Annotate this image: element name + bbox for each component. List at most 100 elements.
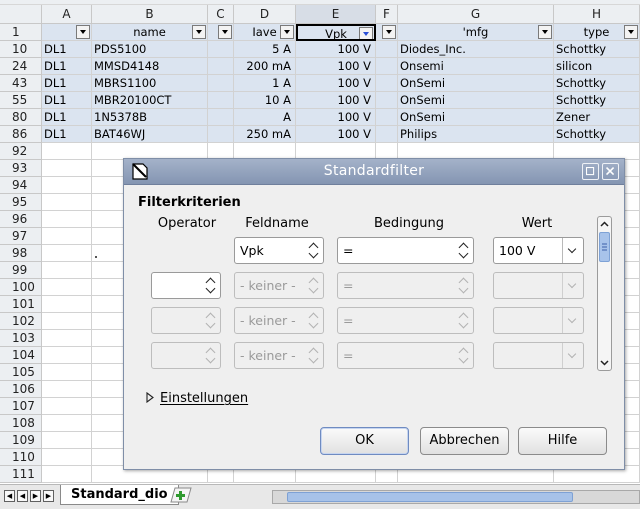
horizontal-scrollbar[interactable] [272, 490, 640, 504]
row-header[interactable]: 93 [0, 160, 42, 177]
autofilter-button-f[interactable] [382, 25, 396, 39]
cancel-button[interactable]: Abbrechen [420, 427, 509, 455]
table-cell[interactable]: 1N5378B [92, 109, 208, 126]
table-cell[interactable] [376, 92, 398, 109]
add-sheet-icon[interactable] [170, 487, 192, 503]
table-cell[interactable]: 1 A [234, 75, 296, 92]
table-cell[interactable]: MBR20100CT [92, 92, 208, 109]
field-name-select-4[interactable]: - keiner - [234, 342, 324, 369]
row-header[interactable]: 97 [0, 228, 42, 245]
row-header[interactable]: 106 [0, 381, 42, 398]
table-cell[interactable]: Schottky [554, 41, 640, 58]
field-name-select-3[interactable]: - keiner - [234, 307, 324, 334]
table-cell[interactable]: Schottky [554, 75, 640, 92]
table-cell[interactable] [42, 262, 92, 279]
table-cell[interactable]: 100 V [296, 109, 376, 126]
table-cell[interactable]: Diodes_Inc. [398, 41, 554, 58]
table-cell[interactable] [208, 126, 234, 143]
column-header-h[interactable]: H [554, 5, 640, 24]
table-cell[interactable] [42, 211, 92, 228]
table-cell[interactable]: Schottky [554, 92, 640, 109]
criteria-scroll-thumb[interactable] [599, 232, 610, 262]
table-cell[interactable]: MMSD4148 [92, 58, 208, 75]
row-header[interactable]: 86 [0, 126, 42, 143]
table-cell[interactable]: 200 mA [234, 58, 296, 75]
column-header-c[interactable]: C [208, 5, 234, 24]
table-cell[interactable]: OnSemi [398, 92, 554, 109]
column-header-f[interactable]: F [376, 5, 398, 24]
last-sheet-button[interactable]: ▶ [43, 490, 54, 502]
table-cell[interactable]: BAT46WJ [92, 126, 208, 143]
close-icon[interactable] [602, 163, 619, 180]
table-cell[interactable] [208, 75, 234, 92]
row-header[interactable]: 99 [0, 262, 42, 279]
value-combo-1[interactable]: 100 V [493, 237, 584, 264]
select-all-corner[interactable] [0, 5, 42, 24]
table-cell[interactable] [42, 245, 92, 262]
column-header-a[interactable]: A [42, 5, 92, 24]
row-header[interactable]: 111 [0, 466, 42, 483]
table-cell[interactable] [376, 41, 398, 58]
table-cell[interactable]: 100 V [296, 41, 376, 58]
maximize-icon[interactable] [582, 163, 599, 180]
row-header[interactable]: 96 [0, 211, 42, 228]
column-header-e[interactable]: E [296, 5, 376, 24]
table-cell[interactable]: DL1 [42, 109, 92, 126]
table-cell[interactable]: 10 A [234, 92, 296, 109]
autofilter-button-d[interactable] [280, 25, 294, 39]
condition-select-3[interactable]: = [337, 307, 474, 334]
table-cell[interactable] [42, 381, 92, 398]
table-cell[interactable] [42, 296, 92, 313]
table-cell[interactable] [42, 364, 92, 381]
header-cell-f[interactable] [376, 24, 398, 41]
operator-select-3[interactable] [151, 307, 221, 334]
settings-expander[interactable]: Einstellungen [146, 391, 248, 406]
ok-button[interactable]: OK [320, 427, 409, 455]
help-button[interactable]: Hilfe [518, 427, 607, 455]
condition-select-4[interactable]: = [337, 342, 474, 369]
table-cell[interactable] [42, 313, 92, 330]
autofilter-button-h[interactable] [624, 25, 638, 39]
table-cell[interactable]: 100 V [296, 75, 376, 92]
table-cell[interactable]: 100 V [296, 92, 376, 109]
table-cell[interactable] [42, 449, 92, 466]
header-cell-h[interactable]: type [554, 24, 640, 41]
field-name-select-2[interactable]: - keiner - [234, 272, 324, 299]
column-header-d[interactable]: D [234, 5, 296, 24]
table-cell[interactable] [42, 194, 92, 211]
operator-select-4[interactable] [151, 342, 221, 369]
table-cell[interactable] [42, 160, 92, 177]
header-cell-a[interactable] [42, 24, 92, 41]
table-cell[interactable]: silicon [554, 58, 640, 75]
value-combo-2[interactable] [493, 272, 584, 299]
condition-select-2[interactable]: = [337, 272, 474, 299]
table-cell[interactable]: Philips [398, 126, 554, 143]
row-header[interactable]: 10 [0, 41, 42, 58]
row-header[interactable]: 98 [0, 245, 42, 262]
table-cell[interactable] [42, 143, 92, 160]
table-cell[interactable] [42, 415, 92, 432]
row-header[interactable]: 102 [0, 313, 42, 330]
next-sheet-button[interactable]: ▶ [30, 490, 41, 502]
autofilter-button-e-active[interactable] [359, 27, 373, 39]
row-header[interactable]: 103 [0, 330, 42, 347]
row-header[interactable]: 100 [0, 279, 42, 296]
table-cell[interactable]: Onsemi [398, 58, 554, 75]
table-cell[interactable]: OnSemi [398, 109, 554, 126]
autofilter-button-g[interactable] [538, 25, 552, 39]
row-header[interactable]: 92 [0, 143, 42, 160]
table-cell[interactable] [208, 58, 234, 75]
table-cell[interactable]: MBRS1100 [92, 75, 208, 92]
table-cell[interactable]: PDS5100 [92, 41, 208, 58]
table-cell[interactable]: DL1 [42, 126, 92, 143]
row-header[interactable]: 43 [0, 75, 42, 92]
row-header[interactable]: 55 [0, 92, 42, 109]
row-header[interactable]: 107 [0, 398, 42, 415]
table-cell[interactable] [42, 347, 92, 364]
table-cell[interactable]: DL1 [42, 58, 92, 75]
table-cell[interactable]: DL1 [42, 75, 92, 92]
table-cell[interactable] [42, 228, 92, 245]
row-header[interactable]: 94 [0, 177, 42, 194]
operator-select-2[interactable] [151, 272, 221, 299]
table-cell[interactable] [376, 109, 398, 126]
